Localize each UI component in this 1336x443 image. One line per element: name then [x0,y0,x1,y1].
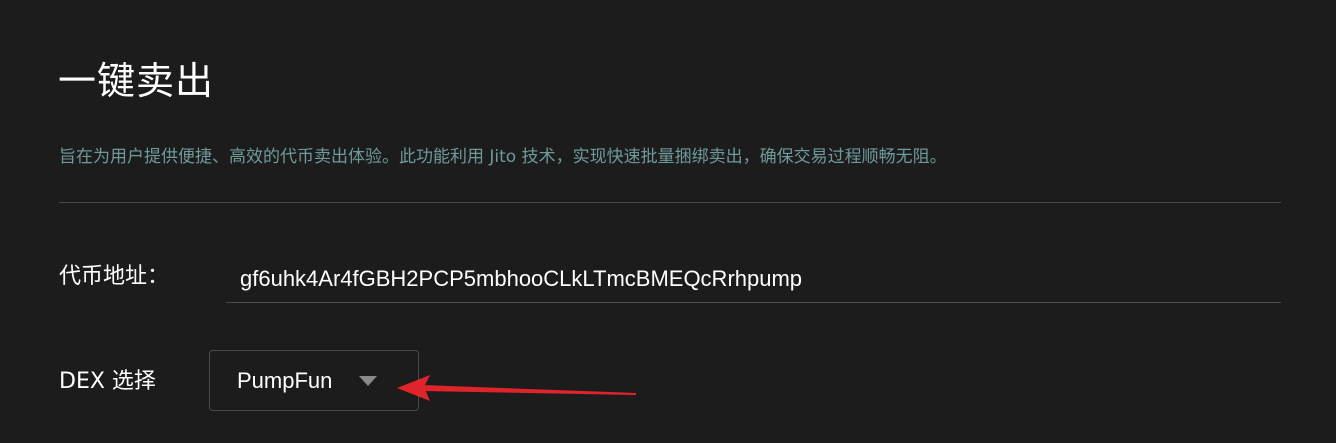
dex-select-label: DEX 选择 [59,369,156,394]
dex-select-dropdown[interactable]: PumpFun [209,350,419,411]
sell-panel: 一键卖出 旨在为用户提供便捷、高效的代币卖出体验。此功能利用 Jito 技术，实… [0,0,1336,443]
token-address-label: 代币地址： [59,264,170,289]
caret-down-icon [359,376,377,386]
annotation-arrow-shaft [422,385,636,395]
section-divider [59,202,1281,203]
dex-selected-value: PumpFun [237,368,333,393]
page-description: 旨在为用户提供便捷、高效的代币卖出体验。此功能利用 Jito 技术，实现快速批量… [59,147,947,167]
annotation-arrow-icon [397,375,636,401]
token-address-input[interactable] [226,255,1281,303]
page-title: 一键卖出 [58,59,215,103]
